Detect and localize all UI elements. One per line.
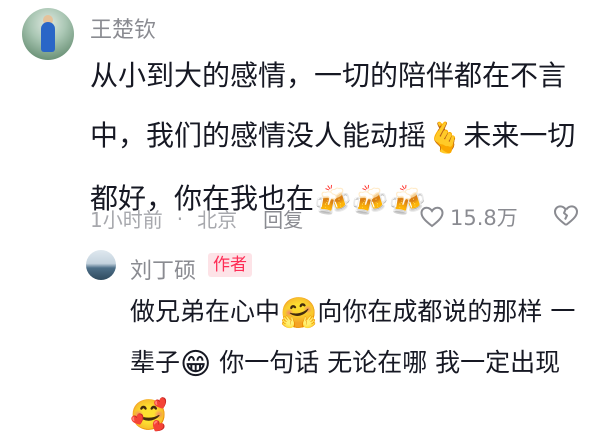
- dislike-button[interactable]: [553, 204, 579, 232]
- comment-time: 1小时前: [90, 208, 163, 232]
- avatar-body: [41, 22, 55, 52]
- reply-author-name[interactable]: 刘丁硕: [130, 253, 196, 285]
- reply-text-part1: 做兄弟在心中: [130, 297, 281, 326]
- smile-emoji: 🥰: [130, 398, 168, 433]
- comment-location: 北京: [197, 208, 238, 232]
- comment-meta: 1小时前 · 北京 回复: [90, 204, 303, 233]
- comment-author-name[interactable]: 王楚钦: [90, 12, 156, 44]
- like-button[interactable]: 15.8万: [420, 202, 518, 232]
- heart-icon: [420, 206, 444, 228]
- author-badge: 作者: [208, 253, 252, 277]
- grin-emoji: 😁: [180, 347, 212, 382]
- reply-button[interactable]: 回复: [263, 204, 303, 233]
- reply-text: 做兄弟在心中🤗向你在成都说的那样 一辈子😁 你一句话 无论在哪 我一定出现🥰: [130, 287, 590, 440]
- finger-heart-emoji: 🫰: [426, 121, 464, 156]
- avatar-wangchuqin[interactable]: [22, 8, 74, 60]
- reply-text-part3: 你一句话 无论在哪 我一定出现: [219, 348, 561, 377]
- broken-heart-icon: [554, 205, 578, 226]
- avatar-liudingshuo[interactable]: [86, 250, 116, 280]
- beer-emoji-1: 🍻: [314, 184, 352, 219]
- hug-emoji: 🤗: [280, 296, 318, 331]
- meta-dot: ·: [176, 206, 184, 231]
- beer-emoji-2: 🍻: [351, 184, 389, 219]
- like-count: 15.8万: [450, 206, 518, 230]
